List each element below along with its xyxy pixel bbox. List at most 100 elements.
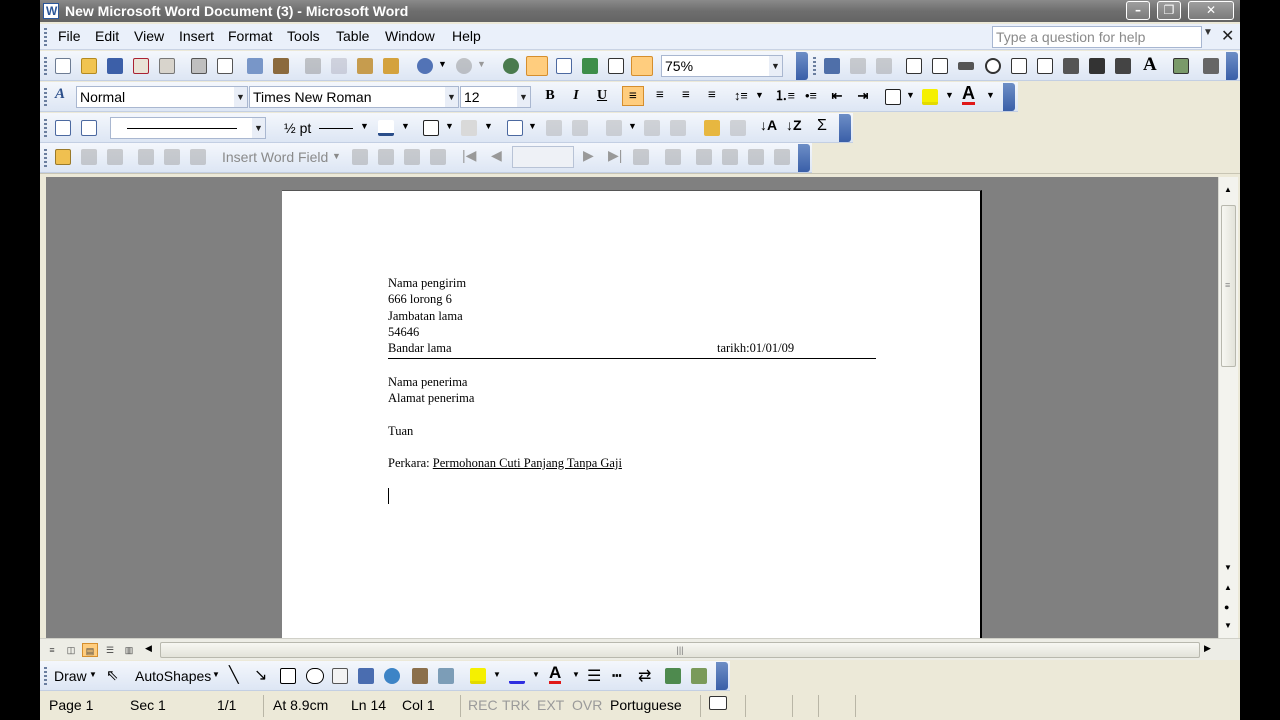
line-style-select[interactable]: ▼ [110,117,266,139]
dash-style-icon[interactable]: ┅ [612,666,622,686]
close-button[interactable]: ✕ [1188,1,1234,20]
bullets-icon[interactable]: •≡ [800,86,822,106]
styles-formatting-icon[interactable]: A [55,86,65,103]
3d-style-icon[interactable] [691,668,707,684]
new-document-icon[interactable] [55,58,71,74]
ask-question-input[interactable]: Type a question for help [992,26,1202,48]
spelling-icon[interactable] [247,58,263,74]
edit-icon[interactable] [824,58,840,74]
form-field-icon[interactable] [850,58,866,74]
sender-address-line-1[interactable]: 666 lorong 6 [388,292,452,307]
tables-options-chevron-icon[interactable] [839,114,851,142]
propagate-labels-icon[interactable] [430,149,446,165]
drop-down-form-icon[interactable] [958,62,974,70]
document-close-icon[interactable]: ✕ [1221,26,1234,45]
merge-to-email-icon[interactable] [748,149,764,165]
line-color-icon[interactable] [509,668,525,684]
copy-icon[interactable] [331,58,347,74]
font-color-dropdown-icon[interactable]: ▼ [986,90,995,100]
vertical-scroll-thumb[interactable]: ≡ [1221,205,1236,367]
numbering-icon[interactable]: ⒈≡ [774,86,796,106]
subject-line[interactable]: Perkara: Permohonan Cuti Panjang Tanpa G… [388,456,622,471]
distribute-columns-icon[interactable] [670,120,686,136]
undo-dropdown-icon[interactable]: ▼ [438,59,447,69]
sort-descending-icon[interactable]: ↓Z [786,117,802,133]
drawing-options-chevron-icon[interactable] [716,662,728,690]
scroll-right-icon[interactable]: ▶ [1204,643,1211,654]
option-button-icon[interactable] [985,58,1001,74]
shading-dropdown-icon[interactable]: ▼ [484,121,493,131]
borders-icon[interactable] [885,89,901,105]
fill-color-dropdown-icon[interactable]: ▼ [493,670,501,679]
insert-merge-fields-icon[interactable] [190,149,206,165]
arrow-style-icon[interactable]: ⇄ [638,666,651,686]
text-box-icon[interactable] [332,668,348,684]
vertical-scrollbar[interactable]: ▲ ≡ ▼ ▲ ● ▼ [1218,177,1238,638]
mail-merge-gripper[interactable] [44,149,47,167]
web-layout-view-icon[interactable]: ◫ [63,643,79,657]
insert-word-field-dropdown-icon[interactable]: ▼ [332,151,341,161]
autoshapes-menu-button[interactable]: AutoShapes [135,668,211,684]
select-objects-icon[interactable]: ⇖ [106,666,119,684]
status-page[interactable]: Page 1 [49,697,93,713]
recipients-icon[interactable] [107,149,123,165]
menu-view[interactable]: View [134,28,164,44]
outside-border-dropdown-icon[interactable]: ▼ [445,121,454,131]
italic-button[interactable]: I [565,86,587,106]
line-weight-dropdown-icon[interactable]: ▼ [360,121,369,131]
font-color-icon[interactable]: A [962,84,975,105]
status-language[interactable]: Portuguese [610,697,682,713]
print-icon[interactable] [191,58,207,74]
sender-postcode[interactable]: 54646 [388,325,419,340]
permission-icon[interactable] [133,58,149,74]
shading-color-icon[interactable] [461,120,477,136]
menu-insert[interactable]: Insert [179,28,214,44]
menu-edit[interactable]: Edit [95,28,119,44]
formatting-options-chevron-icon[interactable] [1003,83,1015,111]
spelling-grammar-status-icon[interactable] [709,696,727,710]
main-document-setup-icon[interactable] [55,149,71,165]
diagram-icon[interactable] [384,668,400,684]
scroll-up-icon[interactable]: ▲ [1224,185,1232,194]
outside-border-icon[interactable] [423,120,439,136]
format-painter-icon[interactable] [383,58,399,74]
highlight-icon[interactable] [922,89,938,105]
font-select[interactable]: Times New Roman ▼ [249,86,459,108]
list-box-icon[interactable] [1037,58,1053,74]
check-errors-icon[interactable] [665,149,681,165]
insert-excel-icon[interactable] [582,58,598,74]
clip-art-icon[interactable] [412,668,428,684]
minimize-button[interactable]: – [1126,1,1150,20]
drawing-font-color-dropdown-icon[interactable]: ▼ [572,670,580,679]
undo-icon[interactable] [417,58,433,74]
status-track-changes[interactable]: TRK [502,697,530,713]
forms-toolbar-gripper[interactable] [813,57,816,75]
highlight-dropdown-icon[interactable]: ▼ [945,90,954,100]
image-control-icon[interactable] [1173,58,1189,74]
label-control-icon[interactable]: A [1143,54,1157,76]
highlight-fields-icon[interactable] [378,149,394,165]
sender-address-line-2[interactable]: Jambatan lama [388,309,463,324]
ask-dropdown-icon[interactable]: ▼ [1203,27,1213,38]
merge-to-new-document-icon[interactable] [696,149,712,165]
restore-button[interactable]: ❐ [1157,1,1181,20]
checkbox-form-icon[interactable] [906,58,922,74]
menu-table[interactable]: Table [336,28,369,44]
justify-button[interactable]: ≡ [701,86,723,106]
line-tool-icon[interactable]: ╲ [229,665,239,685]
more-controls-icon[interactable] [1203,58,1219,74]
next-record-icon[interactable]: ▶ [583,147,594,164]
status-overtype[interactable]: OVR [572,697,602,713]
formatting-gripper[interactable] [44,88,47,106]
select-browse-object-icon[interactable]: ● [1224,602,1229,612]
columns-icon[interactable] [608,58,624,74]
bold-button[interactable]: B [539,86,561,106]
distribute-rows-icon[interactable] [644,120,660,136]
outline-view-icon[interactable]: ☰ [102,643,118,657]
match-fields-icon[interactable] [404,149,420,165]
salutation[interactable]: Tuan [388,424,413,439]
eraser-icon[interactable] [81,120,97,136]
split-cells-icon[interactable] [572,120,588,136]
status-line[interactable]: Ln 14 [351,697,386,713]
insert-table-2-icon[interactable] [507,120,523,136]
